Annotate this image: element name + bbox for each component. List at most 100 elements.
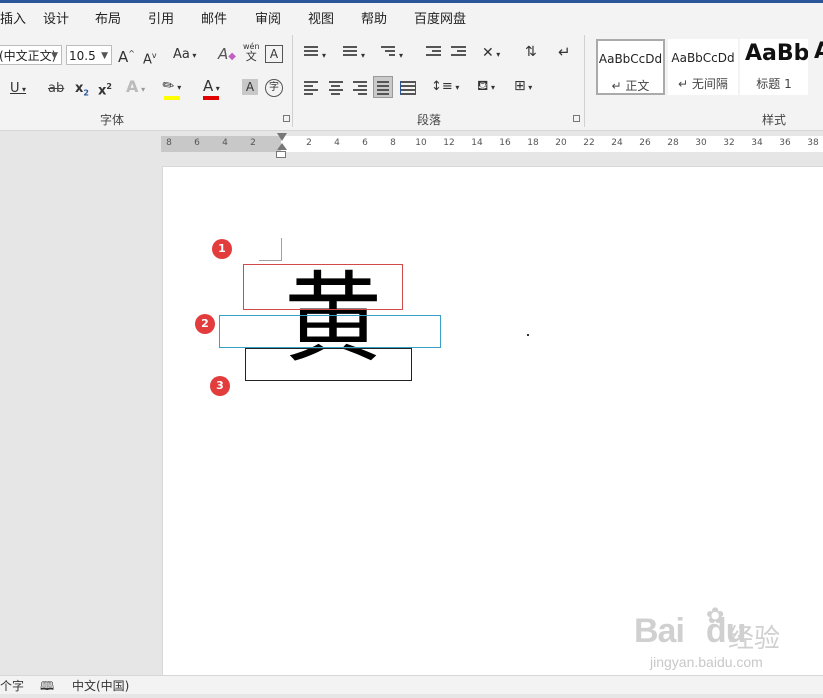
style-heading-1[interactable]: AaBb 标题 1: [740, 39, 808, 95]
tab-review[interactable]: 审阅: [255, 8, 281, 27]
chinese-layout-icon: ✕: [482, 45, 494, 61]
tab-baidu-netdisk[interactable]: 百度网盘: [414, 8, 466, 27]
align-right-button[interactable]: [353, 79, 367, 97]
tab-view[interactable]: 视图: [308, 8, 334, 27]
strikethrough-button[interactable]: ab: [48, 80, 64, 98]
font-color-label: A: [203, 77, 214, 95]
bullets-button[interactable]: [304, 44, 318, 58]
first-line-indent-marker[interactable]: [277, 133, 287, 141]
line-spacing-button[interactable]: ↕≡ ▾: [431, 78, 459, 97]
line-spacing-icon: ↕≡: [431, 79, 453, 94]
tab-layout[interactable]: 布局: [95, 8, 121, 27]
font-color-button[interactable]: A ▾: [203, 77, 220, 100]
shading-button[interactable]: ⛾ ▾: [477, 77, 495, 97]
justify-icon: [377, 81, 389, 95]
show-marks-button[interactable]: ↵: [558, 43, 571, 61]
sort-icon: ⇅: [525, 44, 537, 60]
chevron-down-icon[interactable]: ▾: [399, 47, 403, 65]
chinese-layout-button[interactable]: ✕ ▾: [482, 44, 500, 64]
font-family-value: (中文正文): [0, 49, 57, 63]
phonetic-guide-button[interactable]: wén 文: [243, 42, 260, 63]
grow-font-button[interactable]: A^: [118, 45, 135, 66]
superscript-mark: 2: [106, 82, 112, 91]
ruler-tick-label: 14: [471, 138, 483, 148]
left-indent-marker[interactable]: [276, 151, 286, 158]
numbered-list-icon: [343, 46, 357, 56]
align-center-icon: [329, 81, 343, 95]
chevron-down-icon[interactable]: ▼: [101, 46, 108, 64]
numbering-button[interactable]: [343, 44, 357, 58]
style-name-no-spacing-text: 无间隔: [691, 77, 728, 91]
font-group-label: 字体: [100, 113, 125, 127]
font-size-combo[interactable]: 10.5 ▼: [66, 45, 112, 65]
tab-design[interactable]: 设计: [43, 8, 69, 27]
font-dialog-launcher[interactable]: [283, 115, 290, 122]
superscript-button[interactable]: x2: [98, 78, 112, 100]
font-family-combo[interactable]: (中文正文) ▼: [0, 45, 62, 65]
tab-help[interactable]: 帮助: [361, 8, 387, 27]
style-sample-heading-1: AaBb: [745, 41, 808, 66]
ribbon: (中文正文) ▼ 10.5 ▼ A^ Av Aa ▾ A◆ wén 文 A U ▾…: [0, 31, 823, 131]
subscript-mark: 2: [83, 88, 89, 98]
word-count[interactable]: 个字: [0, 677, 24, 694]
enclose-characters-button[interactable]: 字: [265, 79, 283, 97]
align-left-button[interactable]: [304, 79, 318, 97]
tab-insert[interactable]: 插入: [0, 8, 26, 27]
text-effects-label: A: [126, 77, 139, 96]
ribbon-tab-bar: 插入 设计 布局 引用 邮件 审阅 视图 帮助 百度网盘: [0, 3, 823, 31]
watermark-brand-text: Bai: [634, 612, 685, 650]
chevron-down-icon[interactable]: ▾: [361, 47, 365, 65]
distributed-icon: [400, 81, 416, 95]
highlight-color-button[interactable]: ✎ ▾: [159, 76, 181, 100]
hanging-indent-marker[interactable]: [277, 143, 287, 150]
change-case-button[interactable]: Aa ▾: [173, 46, 196, 65]
chevron-down-icon[interactable]: ▾: [322, 47, 326, 65]
align-right-icon: [353, 81, 367, 95]
ruler-tick-label: 4: [334, 138, 340, 148]
text-effects-button[interactable]: A ▾: [126, 78, 145, 99]
ruler-tick-label: 30: [695, 138, 707, 148]
character-border-button[interactable]: A: [265, 45, 283, 63]
distributed-button[interactable]: [400, 79, 416, 97]
sort-button[interactable]: ⇅: [525, 43, 537, 61]
paragraph-mark-icon: ↵: [558, 43, 571, 61]
underline-label: U: [10, 81, 20, 96]
character-shading-button[interactable]: A: [242, 79, 258, 95]
style-sample-no-spacing: AaBbCcDd: [671, 51, 735, 65]
tab-references[interactable]: 引用: [148, 8, 174, 27]
style-normal[interactable]: AaBbCcDd ↵ 正文: [596, 39, 665, 95]
increase-indent-button[interactable]: [451, 44, 466, 58]
ruler-tick-label: 32: [723, 138, 735, 148]
ruler-tick-label: 18: [527, 138, 539, 148]
paragraph-group-label: 段落: [417, 113, 442, 127]
document-page[interactable]: [162, 166, 823, 675]
underline-button[interactable]: U ▾: [10, 80, 26, 99]
book-icon[interactable]: 🕮: [40, 677, 54, 698]
paw-icon: ✿: [706, 604, 725, 629]
ruler-tick-label: 8: [166, 138, 172, 148]
paint-bucket-icon: ⛾: [477, 78, 489, 94]
ruler-tick-label: 38: [807, 138, 819, 148]
annotation-badge-2: 2: [195, 314, 215, 334]
tab-mailings[interactable]: 邮件: [201, 8, 227, 27]
language-indicator[interactable]: 中文(中国): [72, 677, 129, 694]
multilevel-list-button[interactable]: [381, 44, 395, 58]
text-cursor-dot: [527, 334, 529, 336]
ruler-tick-label: 6: [362, 138, 368, 148]
justify-button[interactable]: [373, 76, 393, 98]
style-sample-next[interactable]: A: [814, 41, 823, 63]
subscript-button[interactable]: x2: [75, 80, 89, 103]
chevron-down-icon[interactable]: ▼: [51, 46, 58, 64]
borders-button[interactable]: ⊞ ▾: [514, 77, 532, 97]
style-sample-normal: AaBbCcDd: [598, 52, 663, 66]
align-center-button[interactable]: [329, 79, 343, 97]
style-no-spacing[interactable]: AaBbCcDd ↵ 无间隔: [668, 39, 738, 95]
watermark-url: jingyan.baidu.com: [650, 654, 763, 670]
clear-formatting-button[interactable]: A◆: [218, 45, 236, 66]
shrink-font-button[interactable]: Av: [143, 47, 157, 69]
paragraph-dialog-launcher[interactable]: [573, 115, 580, 122]
decrease-indent-button[interactable]: [426, 44, 441, 58]
margin-corner-mark: [281, 238, 282, 260]
style-name-heading-1: 标题 1: [756, 77, 792, 91]
borders-icon: ⊞: [514, 78, 526, 94]
